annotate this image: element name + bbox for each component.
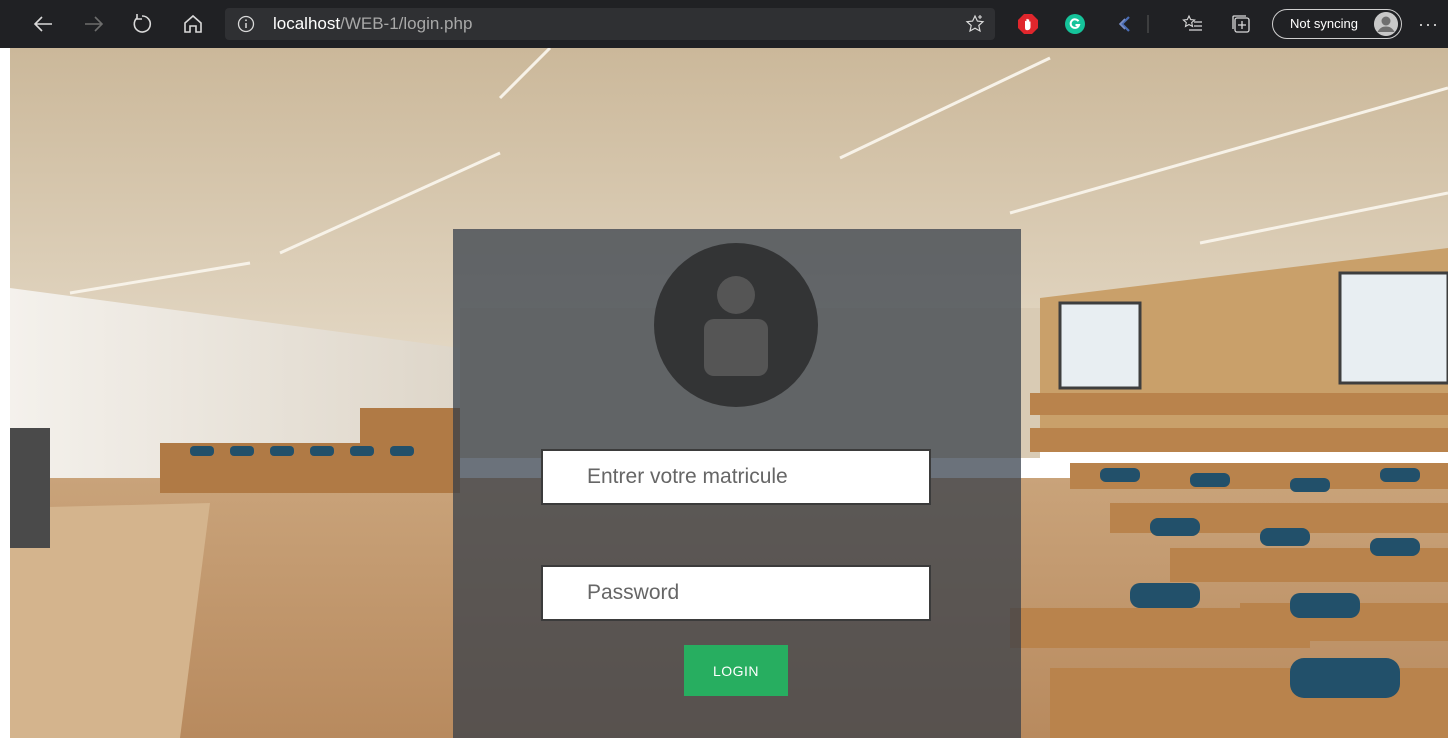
info-icon[interactable] (237, 15, 255, 33)
login-button[interactable]: LOGIN (684, 645, 788, 696)
user-avatar-icon (654, 243, 818, 407)
matricule-input[interactable] (541, 449, 931, 505)
address-bar[interactable]: localhost/WEB-1/login.php (225, 8, 995, 40)
collections-icon[interactable] (1230, 13, 1252, 35)
page-viewport: LOGIN (10, 48, 1448, 738)
forward-icon[interactable] (80, 10, 108, 38)
url-text[interactable]: localhost/WEB-1/login.php (273, 14, 472, 34)
sync-label: Not syncing (1290, 16, 1358, 31)
toolbar-divider (1147, 13, 1149, 35)
url-path: /WEB-1/login.php (340, 14, 473, 33)
adblock-icon[interactable] (1017, 13, 1039, 35)
refresh-icon[interactable] (128, 10, 156, 38)
star-icon[interactable] (965, 14, 985, 34)
more-icon[interactable]: ··· (1418, 14, 1440, 34)
url-host: localhost (273, 14, 341, 33)
password-input[interactable] (541, 565, 931, 621)
favorites-icon[interactable] (1182, 13, 1204, 35)
login-panel: LOGIN (453, 229, 1021, 738)
extension-icon[interactable] (1114, 13, 1136, 35)
back-icon[interactable] (29, 10, 57, 38)
profile-icon (1374, 12, 1398, 36)
browser-toolbar: localhost/WEB-1/login.php Not syncing ··… (0, 0, 1448, 48)
profile-sync-button[interactable]: Not syncing (1272, 9, 1402, 39)
home-icon[interactable] (179, 10, 207, 38)
grammarly-icon[interactable] (1064, 13, 1086, 35)
